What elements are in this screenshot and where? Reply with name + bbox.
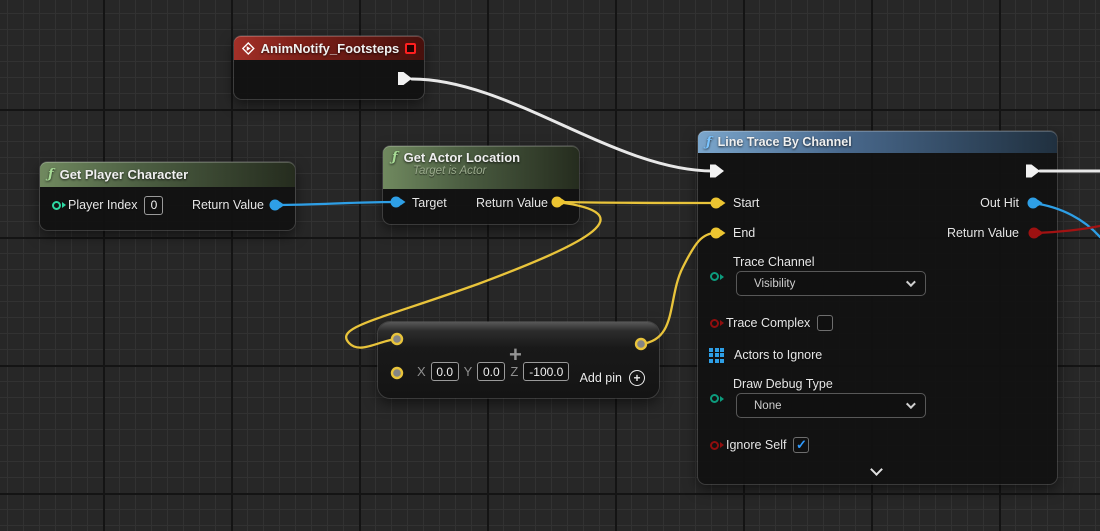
player-index-input[interactable]: 0 xyxy=(144,196,163,215)
trace-complex-label: Trace Complex xyxy=(726,316,810,330)
trace-channel-pin[interactable] xyxy=(710,272,719,281)
node-line-trace-by-channel[interactable]: ƒ Line Trace By Channel Start End Trace … xyxy=(698,131,1057,484)
start-label: Start xyxy=(733,196,759,210)
node-header[interactable]: ƒ Get Actor Location Target is Actor xyxy=(383,146,579,189)
player-index-pin[interactable] xyxy=(52,201,61,210)
wire-location-to-start xyxy=(557,202,716,203)
draw-debug-type-dropdown[interactable]: None xyxy=(736,393,926,418)
y-value-input[interactable]: 0.0 xyxy=(477,362,505,381)
z-axis-label: Z xyxy=(510,364,518,379)
node-title: Get Actor Location xyxy=(404,150,521,165)
draw-debug-type-label: Draw Debug Type xyxy=(733,377,833,391)
event-badge-icon xyxy=(405,43,416,54)
function-icon: ƒ xyxy=(392,150,398,165)
y-axis-label: Y xyxy=(464,364,473,379)
z-value-input[interactable]: -100.0 xyxy=(523,362,569,381)
node-title: AnimNotify_Footsteps xyxy=(261,41,400,56)
draw-debug-type-pin[interactable] xyxy=(710,394,719,403)
x-value-input[interactable]: 0.0 xyxy=(431,362,459,381)
chevron-down-icon xyxy=(906,277,916,287)
target-label: Target xyxy=(412,196,447,210)
event-diamond-icon xyxy=(242,42,255,55)
node-vector-add[interactable]: + X 0.0 Y 0.0 Z -100.0 Add pin + xyxy=(378,322,659,398)
node-get-player-character[interactable]: ƒ Get Player Character Player Index 0 Re… xyxy=(40,162,295,230)
x-axis-label: X xyxy=(417,364,426,379)
add-pin-label: Add pin xyxy=(580,371,622,385)
node-header[interactable]: AnimNotify_Footsteps xyxy=(234,36,424,60)
blueprint-graph-canvas[interactable]: AnimNotify_Footsteps ƒ Get Player Charac… xyxy=(0,0,1100,531)
return-value-label: Return Value xyxy=(476,196,548,210)
node-subtitle: Target is Actor xyxy=(413,165,570,177)
out-hit-label: Out Hit xyxy=(980,196,1019,210)
node-animnotify-footsteps[interactable]: AnimNotify_Footsteps xyxy=(234,36,424,99)
return-value-label: Return Value xyxy=(192,198,264,212)
function-icon: ƒ xyxy=(48,167,54,182)
trace-channel-value: Visibility xyxy=(754,278,795,290)
plus-circle-icon: + xyxy=(629,370,645,386)
function-icon: ƒ xyxy=(706,135,712,150)
trace-complex-checkbox[interactable] xyxy=(817,315,833,331)
node-title: Line Trace By Channel xyxy=(718,135,852,149)
checkmark-icon: ✓ xyxy=(796,437,807,453)
trace-complex-pin[interactable] xyxy=(710,319,719,328)
ignore-self-checkbox[interactable]: ✓ xyxy=(793,437,809,453)
end-label: End xyxy=(733,226,755,240)
trace-channel-label: Trace Channel xyxy=(733,255,815,269)
ignore-self-label: Ignore Self xyxy=(726,438,786,452)
node-header[interactable]: ƒ Line Trace By Channel xyxy=(698,131,1057,153)
add-pin-button[interactable]: Add pin + xyxy=(580,370,645,386)
node-get-actor-location[interactable]: ƒ Get Actor Location Target is Actor Tar… xyxy=(383,146,579,224)
trace-channel-dropdown[interactable]: Visibility xyxy=(736,271,926,296)
player-index-label: Player Index xyxy=(68,198,137,212)
actors-to-ignore-label: Actors to Ignore xyxy=(734,348,822,362)
expand-node-chevron-icon[interactable] xyxy=(870,463,883,476)
node-title: Get Player Character xyxy=(60,167,189,182)
draw-debug-type-value: None xyxy=(754,400,782,412)
ignore-self-pin[interactable] xyxy=(710,441,719,450)
chevron-down-icon xyxy=(906,399,916,409)
array-pin-icon[interactable] xyxy=(709,348,724,363)
return-value-label: Return Value xyxy=(947,226,1019,240)
node-header[interactable]: ƒ Get Player Character xyxy=(40,162,295,187)
